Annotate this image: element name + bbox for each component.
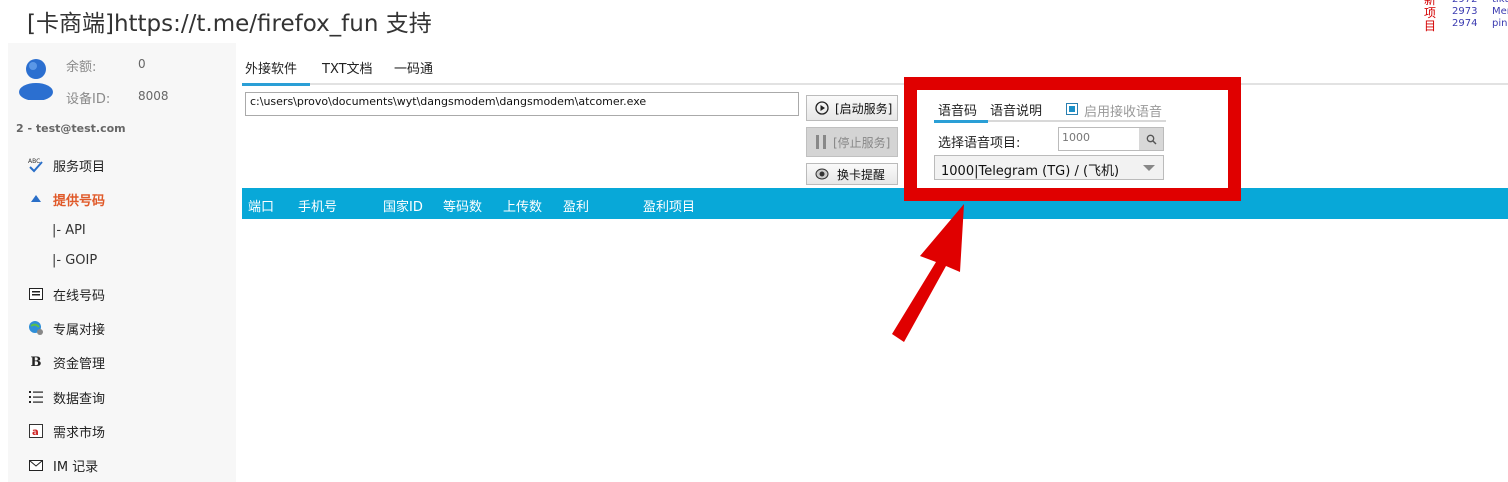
- enable-voice-label: 启用接收语音: [1084, 105, 1163, 120]
- voice-project-dropdown[interactable]: 1000|Telegram (TG) / (飞机): [934, 155, 1164, 180]
- voice-project-selected: 1000|Telegram (TG) / (飞机): [941, 164, 1120, 179]
- bold-b-icon: B: [30, 354, 42, 370]
- column-header-profit-project[interactable]: 盈利项目: [643, 196, 695, 215]
- balance-label: 余额:: [66, 60, 97, 75]
- user-avatar-icon: [19, 59, 53, 100]
- column-header-upload-count[interactable]: 上传数: [503, 196, 542, 215]
- menu-item-online-numbers[interactable]: 在线号码: [28, 283, 105, 305]
- stop-service-button[interactable]: [停止服务]: [806, 127, 898, 157]
- voice-code-panel: 语音码 语音说明 启用接收语音 选择语音项目: 1000 1000|Telegr…: [930, 96, 1168, 184]
- tab-txt-document[interactable]: TXT文档: [322, 58, 373, 77]
- active-tab-indicator: [242, 83, 310, 86]
- menu-item-service-projects[interactable]: ABC 服务项目: [28, 154, 105, 176]
- menu-item-provide-numbers[interactable]: 提供号码: [28, 188, 105, 210]
- tab-voice-code[interactable]: 语音码: [938, 100, 977, 119]
- play-circle-icon: [815, 101, 829, 115]
- search-icon[interactable]: [1139, 128, 1163, 150]
- voice-project-label: 选择语音项目:: [938, 136, 1021, 151]
- column-header-port[interactable]: 端口: [248, 196, 274, 215]
- tab-one-code[interactable]: 一码通: [394, 58, 433, 77]
- numbered-list-icon: [28, 389, 44, 405]
- triangle-up-icon: [28, 191, 44, 207]
- svg-text:ABC: ABC: [28, 158, 40, 165]
- swap-card-reminder-button[interactable]: 换卡提醒: [806, 163, 898, 185]
- tab-voice-description[interactable]: 语音说明: [990, 100, 1042, 119]
- device-id-value: 8008: [138, 89, 169, 103]
- new-projects-label: 新项目: [1424, 0, 1437, 33]
- menu-item-fund-management[interactable]: B 资金管理: [28, 351, 106, 373]
- new-projects-panel: 新项目 2972 2973 2974 tiktok Mercado pinduo…: [1420, 0, 1508, 42]
- menu-label: 专属对接: [53, 322, 106, 338]
- new-project-ids: 2972 2973 2974: [1452, 0, 1477, 30]
- menu-label: 资金管理: [53, 356, 106, 372]
- menu-label: 在线号码: [53, 288, 106, 304]
- column-header-profit[interactable]: 盈利: [563, 196, 589, 215]
- main-tabs: 外接软件 TXT文档 一码通: [242, 50, 1508, 86]
- start-service-label: [启动服务]: [835, 101, 893, 116]
- menu-label: 数据查询: [53, 391, 106, 407]
- tab-divider: [242, 83, 1508, 85]
- menu-item-dedicated-integration[interactable]: 专属对接: [28, 317, 105, 339]
- menu-label: IM 记录: [53, 459, 99, 475]
- svg-text:a: a: [32, 427, 39, 438]
- voice-active-tab-indicator: [934, 120, 988, 123]
- stop-service-label: [停止服务]: [833, 135, 891, 150]
- menu-label: 需求市场: [53, 425, 106, 441]
- menu-item-demand-market[interactable]: a 需求市场: [28, 420, 105, 442]
- new-project-names: tiktok Mercado pinduoduo: [1492, 0, 1508, 30]
- menu-item-im-records[interactable]: IM 记录: [28, 454, 98, 476]
- pause-icon: [815, 134, 827, 150]
- eye-icon: [815, 167, 831, 181]
- numbers-table-header: 端口 手机号 国家ID 等码数 上传数 盈利 盈利项目: [242, 188, 1508, 219]
- device-id-label: 设备ID:: [66, 92, 111, 107]
- column-header-waiting-count[interactable]: 等码数: [443, 196, 482, 215]
- account-label: 2 - test@test.com: [16, 122, 126, 135]
- enable-voice-checkbox[interactable]: [1066, 103, 1078, 115]
- voice-project-search-value: 1000: [1062, 131, 1090, 144]
- new-project-id: 2974: [1452, 18, 1478, 29]
- network-globe-icon: [28, 320, 44, 336]
- start-service-button[interactable]: [启动服务]: [806, 95, 898, 121]
- app-window: [卡商端]https://t.me/firefox_fun 支持 新项目 297…: [0, 0, 1508, 482]
- column-header-phone[interactable]: 手机号: [298, 196, 337, 215]
- menu-label: 服务项目: [53, 159, 106, 175]
- menu-subitem-goip[interactable]: |- GOIP: [52, 253, 97, 268]
- swap-card-reminder-label: 换卡提醒: [837, 167, 886, 182]
- menu-subitem-api[interactable]: |- API: [52, 223, 86, 238]
- at-sign-icon: a: [28, 423, 44, 439]
- sidebar: 余额: 0 设备ID: 8008 2 - test@test.com: [8, 43, 236, 482]
- new-project-name[interactable]: pinduoduo: [1492, 18, 1508, 30]
- new-project-name[interactable]: Mercado: [1492, 6, 1508, 18]
- window-title: [卡商端]https://t.me/firefox_fun 支持: [27, 11, 432, 37]
- chevron-down-icon: [1143, 165, 1155, 171]
- list-box-icon: [28, 286, 44, 302]
- envelope-icon: [28, 457, 44, 473]
- menu-item-data-query[interactable]: 数据查询: [28, 386, 105, 408]
- balance-value: 0: [138, 57, 146, 71]
- executable-path-input[interactable]: c:\users\provo\documents\wyt\dangsmodem\…: [245, 92, 799, 116]
- abc-check-icon: ABC: [28, 157, 44, 173]
- menu-label: 提供号码: [53, 193, 106, 209]
- tab-external-software[interactable]: 外接软件: [245, 58, 297, 77]
- column-header-country-id[interactable]: 国家ID: [383, 196, 423, 215]
- new-project-id: 2973: [1452, 6, 1478, 17]
- voice-project-search-input[interactable]: 1000: [1058, 127, 1164, 151]
